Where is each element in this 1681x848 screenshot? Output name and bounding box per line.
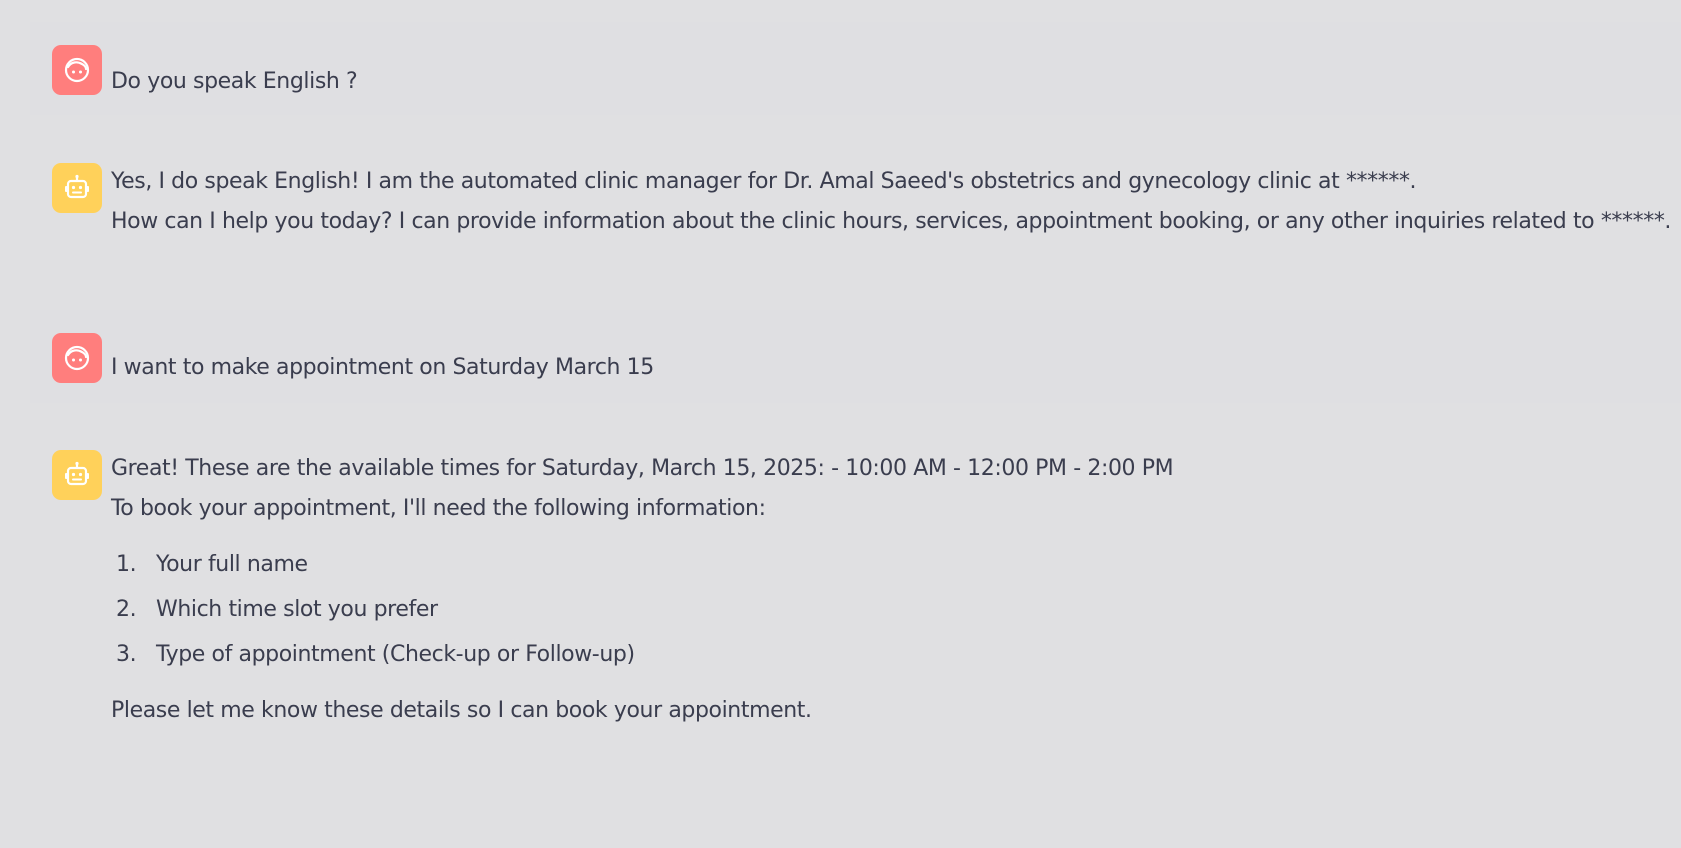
chat-message-text: I want to make appointment on Saturday M… [111, 348, 1671, 388]
list-item-number: 3. [116, 642, 137, 667]
message-line: Do you speak English ? [111, 69, 358, 94]
list-item-number: 1. [116, 552, 137, 577]
message-line: To book your appointment, I'll need the … [111, 496, 766, 521]
user-face-icon [64, 345, 90, 371]
robot-icon [65, 174, 89, 199]
chat-message-user: I want to make appointment on Saturday M… [30, 310, 1681, 403]
list-item: 2. Which time slot you prefer [111, 587, 1671, 632]
chat-container: Do you speak English ? Yes, I do speak E… [0, 0, 1681, 848]
message-line: Yes, I do speak English! I am the automa… [111, 169, 1417, 194]
chat-message-text: Do you speak English ? [111, 62, 1671, 102]
robot-icon [65, 461, 89, 486]
assistant-avatar [52, 163, 102, 213]
chat-message-assistant: Yes, I do speak English! I am the automa… [30, 140, 1681, 290]
list-item-number: 2. [116, 597, 137, 622]
list-item-text: Your full name [156, 552, 308, 577]
assistant-avatar [52, 450, 102, 500]
list-item: 1. Your full name [111, 542, 1671, 587]
message-line: I want to make appointment on Saturday M… [111, 355, 654, 380]
chat-message-assistant: Great! These are the available times for… [30, 427, 1681, 767]
user-avatar [52, 45, 102, 95]
message-line: How can I help you today? I can provide … [111, 209, 1672, 234]
list-item-text: Type of appointment (Check-up or Follow-… [156, 642, 635, 667]
user-avatar [52, 333, 102, 383]
info-list: 1. Your full name 2. Which time slot you… [111, 542, 1671, 677]
list-item: 3. Type of appointment (Check-up or Foll… [111, 632, 1671, 677]
chat-message-text: Yes, I do speak English! I am the automa… [111, 162, 1671, 242]
message-line: Great! These are the available times for… [111, 456, 1174, 481]
chat-message-user: Do you speak English ? [30, 22, 1681, 115]
list-item-text: Which time slot you prefer [156, 597, 438, 622]
user-face-icon [64, 57, 90, 83]
chat-message-text: Great! These are the available times for… [111, 449, 1671, 731]
message-closing: Please let me know these details so I ca… [111, 698, 812, 723]
